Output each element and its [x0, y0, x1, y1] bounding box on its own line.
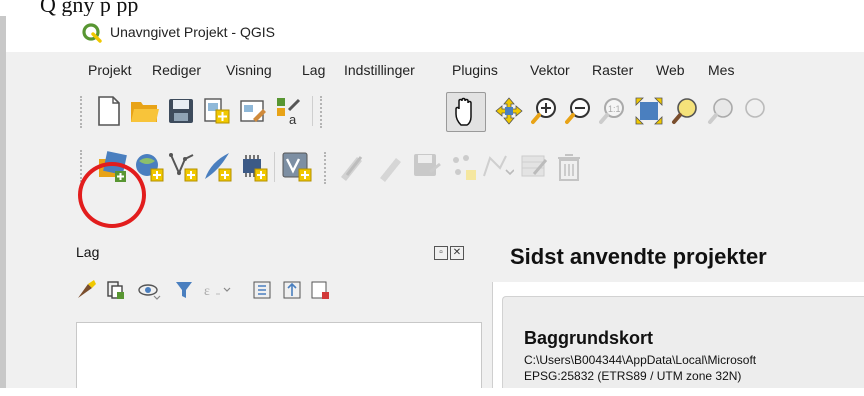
- layout-manager-icon: [240, 100, 266, 122]
- recent-projects-title: Sidst anvendte projekter: [510, 244, 767, 269]
- zoom-native-resolution-button[interactable]: 1:1: [596, 94, 630, 128]
- zoom-1-1-icon: 1:1: [599, 98, 624, 124]
- expand-all-icon[interactable]: [253, 281, 271, 299]
- zoom-to-selection-icon: [672, 98, 697, 124]
- menu-lag[interactable]: Lag: [302, 62, 325, 78]
- menu-visning[interactable]: Visning: [226, 62, 272, 78]
- style-manager-button[interactable]: a: [272, 94, 306, 128]
- trash-icon: [558, 154, 580, 181]
- new-print-layout-button[interactable]: [200, 94, 234, 128]
- style-panel-icon[interactable]: [78, 280, 96, 298]
- manage-map-themes-icon[interactable]: [138, 284, 161, 300]
- recent-project-path: C:\Users\B004344\AppData\Local\Microsoft: [524, 353, 757, 367]
- layers-tree[interactable]: [76, 322, 482, 388]
- vertex-tool-icon: [483, 155, 514, 177]
- panel-controls: ▫ ✕: [432, 244, 464, 260]
- float-panel-icon[interactable]: ▫: [434, 246, 448, 260]
- floppy-disk-icon: [169, 99, 193, 123]
- pan-to-selection-button[interactable]: [492, 94, 526, 128]
- save-project-button[interactable]: [164, 94, 198, 128]
- style-manager-icon: a: [277, 98, 301, 126]
- zoom-out-button[interactable]: [562, 94, 596, 128]
- zoom-in-button[interactable]: [528, 94, 562, 128]
- edit-table-icon: [521, 155, 548, 177]
- menu-rediger[interactable]: Rediger: [152, 62, 201, 78]
- new-spatialite-layer-icon: [205, 153, 232, 182]
- zoom-out-icon: [565, 98, 590, 124]
- add-feature-button[interactable]: [446, 150, 480, 184]
- save-edits-icon: [414, 154, 441, 176]
- vertex-tool-button[interactable]: [480, 150, 514, 184]
- zoom-full-icon: [635, 97, 663, 125]
- zoom-to-layer-button[interactable]: [704, 94, 738, 128]
- save-layer-edits-button[interactable]: [410, 150, 444, 184]
- toolbar-grip[interactable]: [324, 152, 330, 184]
- qgis-window: Unavngivet Projekt - QGIS Projekt Redige…: [6, 16, 864, 388]
- new-memory-layer-icon: [243, 155, 268, 182]
- zoom-in-icon: [531, 98, 556, 124]
- close-panel-icon[interactable]: ✕: [450, 246, 464, 260]
- delete-selected-button[interactable]: [552, 150, 586, 184]
- new-memory-layer-button[interactable]: [236, 150, 270, 184]
- toggle-editing-button[interactable]: [374, 150, 408, 184]
- recent-project-crs: EPSG:25832 (ETRS89 / UTM zone 32N): [524, 369, 742, 383]
- new-spatialite-layer-button[interactable]: [200, 150, 234, 184]
- modify-attributes-button[interactable]: [518, 150, 552, 184]
- menu-projekt[interactable]: Projekt: [88, 62, 132, 78]
- open-project-button[interactable]: [128, 94, 162, 128]
- pan-hand-icon: [455, 97, 472, 126]
- toolbar-separator: [274, 152, 275, 182]
- window-title: Unavngivet Projekt - QGIS: [110, 24, 275, 40]
- print-layout-icon: [204, 98, 230, 124]
- pencil-icon: [380, 158, 401, 182]
- menu-mesh[interactable]: Mes: [708, 62, 734, 78]
- new-shapefile-layer-button[interactable]: [166, 150, 200, 184]
- pencil-multi-icon: [341, 156, 363, 181]
- remove-layer-icon[interactable]: [311, 281, 329, 299]
- menu-web[interactable]: Web: [656, 62, 685, 78]
- zoom-to-layer-icon: [708, 98, 733, 124]
- toolbar-grip[interactable]: [320, 96, 326, 128]
- svg-text:a: a: [289, 112, 297, 126]
- collapse-all-icon[interactable]: [283, 281, 301, 299]
- folder-open-icon: [131, 102, 159, 122]
- toolbar-separator: [312, 96, 313, 126]
- new-virtual-layer-button[interactable]: [280, 150, 314, 184]
- menu-indstillinger[interactable]: Indstillinger: [344, 62, 415, 78]
- toolbar-grip[interactable]: [80, 96, 86, 128]
- pan-map-button[interactable]: [446, 92, 486, 132]
- svg-text:ε: ε: [204, 284, 210, 299]
- menu-bar: Projekt Rediger Visning Lag Indstillinge…: [6, 54, 864, 88]
- svg-text:1:1: 1:1: [608, 104, 621, 114]
- menu-vektor[interactable]: Vektor: [530, 62, 570, 78]
- title-bar: Unavngivet Projekt - QGIS: [6, 16, 864, 52]
- zoom-full-button[interactable]: [632, 94, 666, 128]
- layers-panel-toolbar: ε: [76, 278, 406, 302]
- pan-to-selection-icon: [495, 97, 523, 125]
- layers-panel-title: Lag: [76, 244, 100, 260]
- current-edits-button[interactable]: [336, 150, 370, 184]
- qgis-logo-icon: [82, 23, 102, 43]
- recent-project-name: Baggrundskort: [524, 328, 654, 348]
- layout-manager-button[interactable]: [236, 94, 270, 128]
- filter-expression-icon[interactable]: ε: [204, 284, 231, 299]
- zoom-to-selection-button[interactable]: [668, 94, 702, 128]
- zoom-last-icon: [745, 98, 765, 118]
- new-project-button[interactable]: [92, 94, 126, 128]
- zoom-last-button[interactable]: [736, 94, 770, 128]
- add-group-icon[interactable]: [107, 281, 124, 299]
- highlight-circle: [78, 162, 146, 228]
- filter-legend-icon[interactable]: [176, 282, 192, 298]
- menu-raster[interactable]: Raster: [592, 62, 633, 78]
- new-file-icon: [98, 96, 120, 126]
- menu-plugins[interactable]: Plugins: [452, 62, 498, 78]
- add-point-feature-icon: [453, 155, 476, 180]
- new-virtual-layer-icon: [282, 152, 312, 182]
- new-shapefile-layer-icon: [169, 153, 198, 182]
